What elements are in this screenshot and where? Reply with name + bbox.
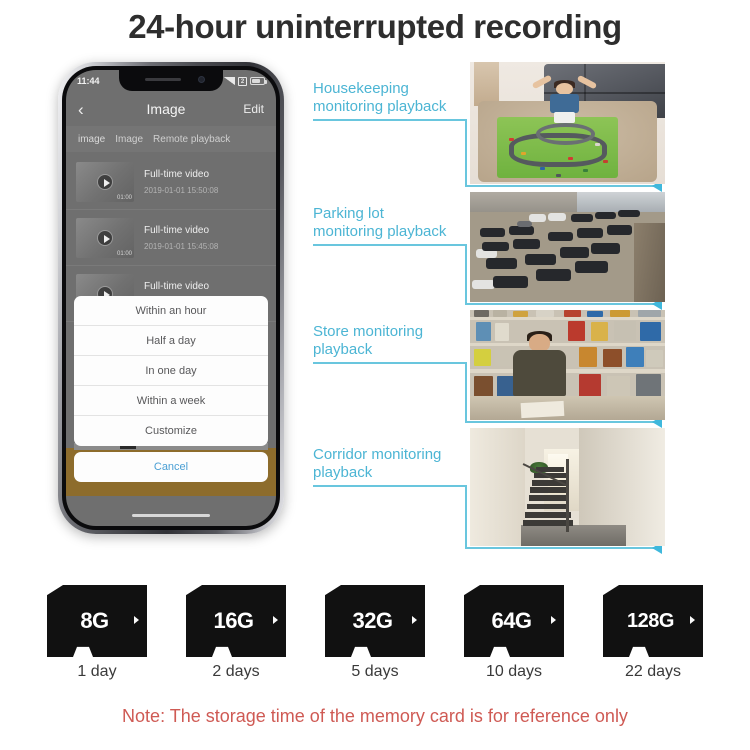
- sheet-option-in-one-day[interactable]: In one day: [74, 356, 268, 386]
- corridor-photo: [470, 428, 665, 546]
- callout-corridor: Corridor monitoring playback: [313, 446, 442, 481]
- sd-days-label: 5 days: [351, 663, 399, 680]
- navbar-title: Image: [146, 101, 186, 117]
- video-timestamp: 2019-01-01 15:50:08: [144, 185, 219, 195]
- housekeeping-photo: [470, 62, 665, 184]
- play-icon: [97, 173, 113, 190]
- battery-icon: [250, 77, 267, 85]
- video-duration: 01:00: [116, 194, 132, 201]
- sd-card-icon: 64G: [464, 585, 564, 657]
- sd-days-label: 22 days: [624, 663, 682, 680]
- earpiece-speaker: [145, 78, 181, 81]
- triangle-marker-icon: [412, 615, 417, 624]
- action-sheet: Within an hour Half a day In one day Wit…: [74, 296, 268, 482]
- callout-store: Store monitoring playback: [313, 323, 424, 358]
- action-sheet-options: Within an hour Half a day In one day Wit…: [74, 296, 268, 446]
- sd-card-icon: 32G: [325, 585, 425, 657]
- video-timestamp: 2019-01-01 15:45:08: [144, 241, 219, 251]
- sheet-option-half-a-day[interactable]: Half a day: [74, 326, 268, 356]
- triangle-marker-icon: [273, 615, 278, 624]
- tab-image[interactable]: Image: [115, 134, 143, 145]
- list-item[interactable]: 01:00 Full-time video 2019-01-01 15:45:0…: [66, 210, 276, 266]
- sd-card-icon: 8G: [47, 585, 147, 657]
- disclaimer-note: Note: The storage time of the memory car…: [122, 706, 628, 726]
- chevron-left-icon[interactable]: ‹: [78, 101, 100, 118]
- video-meta: Full-time video 2019-01-01 15:50:08: [144, 169, 218, 195]
- video-thumbnail[interactable]: 01:00: [76, 217, 134, 258]
- triangle-marker-icon: [551, 615, 556, 624]
- tab-remote-playback[interactable]: Remote playback: [153, 134, 230, 145]
- tab-image-lower[interactable]: image: [78, 134, 105, 145]
- memory-card-8g: 8G 1 day: [38, 585, 156, 681]
- sd-capacity-label: 16G: [213, 608, 254, 633]
- memory-card-64g: 64G 10 days: [455, 585, 573, 681]
- cancel-button[interactable]: Cancel: [74, 452, 268, 482]
- home-indicator: [132, 514, 210, 517]
- callout-parking-lot: Parking lot monitoring playback: [313, 205, 447, 240]
- video-title: Full-time video: [144, 168, 210, 180]
- sd-capacity-label: 32G: [352, 608, 393, 633]
- video-thumbnail[interactable]: 01:00: [76, 161, 134, 202]
- store-photo: [470, 310, 665, 420]
- list-item[interactable]: 01:00 Full-time video 2019-01-01 15:50:0…: [66, 154, 276, 210]
- phone-notch: [119, 70, 223, 91]
- video-title: Full-time video: [144, 224, 210, 236]
- video-duration: 01:00: [116, 250, 132, 257]
- phone-bezel: 11:44 2 ‹ Image Edit image Image Remote …: [62, 66, 280, 530]
- phone-mockup: 11:44 2 ‹ Image Edit image Image Remote …: [58, 62, 284, 534]
- play-icon: [97, 229, 113, 246]
- triangle-marker-icon: [134, 615, 139, 624]
- sd-card-icon: 128G: [603, 585, 703, 657]
- sd-card-icon: 16G: [186, 585, 286, 657]
- front-camera-icon: [198, 76, 205, 83]
- sheet-option-within-a-week[interactable]: Within a week: [74, 386, 268, 416]
- memory-card-32g: 32G 5 days: [316, 585, 434, 681]
- sd-capacity-label: 8G: [80, 608, 109, 633]
- video-meta: Full-time video 2019-01-01 15:45:08: [144, 225, 218, 251]
- page-title: 24-hour uninterrupted recording: [128, 8, 622, 45]
- parking-lot-photo: [470, 192, 665, 302]
- memory-card-128g: 128G 22 days: [594, 585, 712, 681]
- sd-days-label: 10 days: [485, 663, 543, 680]
- memory-card-16g: 16G 2 days: [177, 585, 295, 681]
- signal-bars-icon: [224, 77, 235, 85]
- status-time: 11:44: [77, 76, 100, 86]
- tab-bar: image Image Remote playback: [66, 126, 276, 152]
- promo-page: 24-hour uninterrupted recording 11:44 2: [0, 0, 750, 750]
- sd-capacity-label: 64G: [491, 608, 532, 633]
- sheet-option-within-an-hour[interactable]: Within an hour: [74, 296, 268, 326]
- sd-capacity-label: 128G: [627, 609, 674, 632]
- sd-days-label: 2 days: [212, 663, 260, 680]
- wifi-icon: 2: [238, 76, 247, 86]
- phone-screen: 11:44 2 ‹ Image Edit image Image Remote …: [66, 70, 276, 526]
- sheet-option-customize[interactable]: Customize: [74, 416, 268, 446]
- callout-housekeeping: Housekeeping monitoring playback: [313, 80, 447, 115]
- video-title: Full-time video: [144, 280, 210, 292]
- triangle-marker-icon: [690, 615, 695, 624]
- sd-days-label: 1 day: [77, 663, 117, 680]
- edit-button[interactable]: Edit: [232, 102, 264, 116]
- status-icons: 2: [224, 76, 267, 86]
- memory-card-row: 8G 1 day 16G 2 days 32G 5 days 64G 10 da…: [0, 585, 750, 681]
- app-navbar: ‹ Image Edit: [66, 94, 276, 124]
